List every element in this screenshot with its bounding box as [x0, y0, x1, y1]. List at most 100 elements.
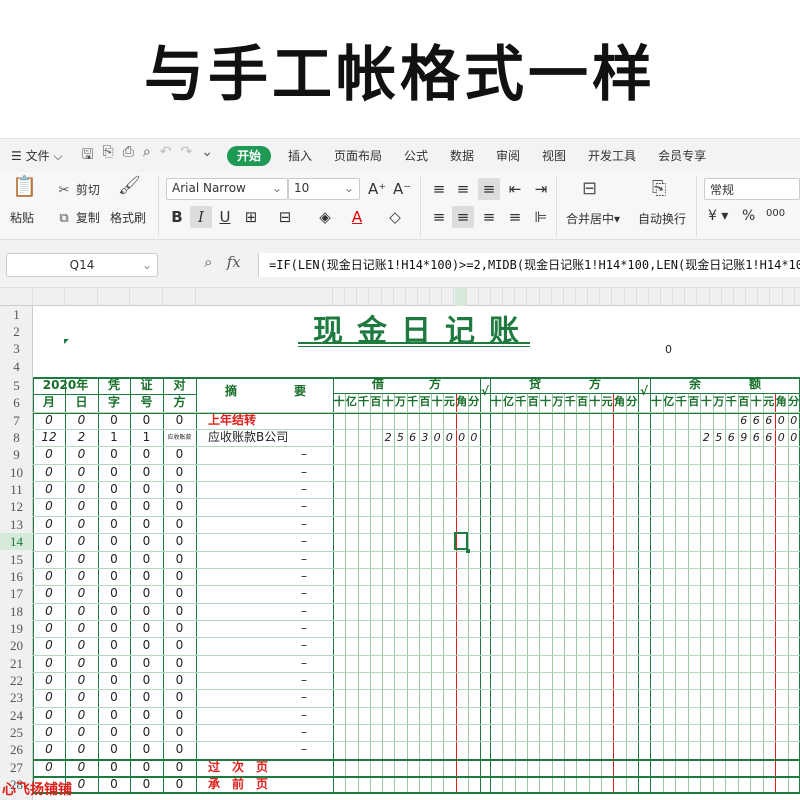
col-header-U[interactable]: [503, 288, 516, 306]
col-header-S[interactable]: [479, 288, 491, 306]
number-format-select[interactable]: 常规: [704, 178, 800, 200]
col-header-T[interactable]: [491, 288, 504, 306]
col-header-O[interactable]: [430, 288, 443, 306]
col-header-H[interactable]: [345, 288, 358, 306]
row-header-1[interactable]: 1: [0, 306, 33, 323]
indent-icon[interactable]: ⇥: [530, 178, 552, 200]
align-left-icon[interactable]: ≡: [428, 206, 450, 228]
align-middle-icon[interactable]: ≡: [452, 178, 474, 200]
redo-icon[interactable]: ↷: [180, 144, 192, 168]
col-header-D[interactable]: [130, 288, 163, 306]
save-icon[interactable]: 🖫: [82, 144, 94, 168]
row-header-4[interactable]: 4: [0, 357, 33, 377]
tab-5[interactable]: 审阅: [485, 149, 531, 163]
row-header-24[interactable]: 24: [0, 707, 33, 724]
tab-7[interactable]: 开发工具: [577, 149, 647, 163]
clear-format-icon[interactable]: ◇: [384, 206, 406, 228]
distributed-icon[interactable]: ⊫: [530, 206, 552, 228]
paste-button[interactable]: 📋: [12, 176, 37, 202]
tab-1[interactable]: 插入: [277, 149, 323, 163]
decrease-font-icon[interactable]: A⁻: [393, 180, 411, 198]
col-header-AD[interactable]: [612, 288, 625, 306]
row-header-20[interactable]: 20: [0, 637, 33, 654]
col-header-AI[interactable]: [673, 288, 686, 306]
row-header-9[interactable]: 9: [0, 446, 33, 463]
col-header-Y[interactable]: [552, 288, 564, 306]
col-header-C[interactable]: [98, 288, 130, 306]
row-header-7[interactable]: 7: [0, 412, 33, 429]
increase-font-icon[interactable]: A⁺: [368, 180, 386, 198]
col-header-F[interactable]: [196, 288, 333, 306]
tab-6[interactable]: 视图: [531, 149, 577, 163]
row-header-5[interactable]: 5: [0, 377, 33, 394]
tab-4[interactable]: 数据: [439, 149, 485, 163]
thousands-icon[interactable]: 000: [766, 208, 785, 219]
row-header-22[interactable]: 22: [0, 672, 33, 689]
col-header-K[interactable]: [382, 288, 394, 306]
col-header-L[interactable]: [394, 288, 406, 306]
underline-icon[interactable]: U: [214, 206, 236, 228]
italic-icon[interactable]: I: [190, 206, 212, 228]
merge-center-button[interactable]: 合并居中▾: [566, 210, 620, 227]
select-all-corner[interactable]: [0, 288, 33, 306]
row-header-8[interactable]: 8: [0, 429, 33, 446]
col-header-N[interactable]: [418, 288, 431, 306]
col-header-E[interactable]: [163, 288, 196, 306]
col-header-M[interactable]: [406, 288, 419, 306]
row-header-25[interactable]: 25: [0, 724, 33, 741]
row-header-11[interactable]: 11: [0, 481, 33, 498]
fill-style-icon[interactable]: ⊟: [274, 206, 296, 228]
outdent-icon[interactable]: ⇤: [504, 178, 526, 200]
col-header-X[interactable]: [540, 288, 552, 306]
col-header-AH[interactable]: [661, 288, 674, 306]
font-name-select[interactable]: Arial Narrow ⌄: [166, 178, 288, 200]
col-header-J[interactable]: [369, 288, 382, 306]
tab-2[interactable]: 页面布局: [323, 149, 393, 163]
col-header-P[interactable]: [442, 288, 455, 306]
format-painter-label[interactable]: 格式刷: [110, 209, 146, 226]
font-size-select[interactable]: 10 ⌄: [288, 178, 360, 200]
percent-icon[interactable]: %: [742, 208, 755, 224]
sheet-grid[interactable]: 现金日记账 0 2020年月日凭证字号对方摘要借方贷方余额 √ √ 十亿千百十万千百十…: [33, 306, 800, 800]
fill-color-icon[interactable]: ◈: [314, 206, 336, 228]
font-color-icon[interactable]: A: [346, 206, 368, 228]
fill-handle[interactable]: [465, 548, 470, 553]
bold-icon[interactable]: B: [166, 206, 188, 228]
wrap-text-button[interactable]: 自动换行: [638, 210, 686, 227]
undo-icon[interactable]: ↶: [160, 144, 172, 168]
col-header-V[interactable]: [515, 288, 528, 306]
col-header-B[interactable]: [65, 288, 98, 306]
tab-8[interactable]: 会员专享: [647, 149, 717, 163]
col-header-AC[interactable]: [600, 288, 613, 306]
row-header-19[interactable]: 19: [0, 620, 33, 637]
col-header-AO[interactable]: [746, 288, 759, 306]
row-header-2[interactable]: 2: [0, 323, 33, 340]
row-header-17[interactable]: 17: [0, 585, 33, 602]
print-preview-icon[interactable]: ⌕: [143, 144, 151, 168]
col-header-I[interactable]: [357, 288, 370, 306]
col-header-AF[interactable]: [637, 288, 649, 306]
col-header-AM[interactable]: [722, 288, 734, 306]
tab-0[interactable]: 开始: [226, 146, 271, 166]
row-header-10[interactable]: 10: [0, 464, 33, 481]
row-header-23[interactable]: 23: [0, 689, 33, 706]
col-header-R[interactable]: [467, 288, 479, 306]
col-header-AR[interactable]: [783, 288, 795, 306]
currency-icon[interactable]: ¥ ▾: [708, 208, 728, 224]
col-header-AJ[interactable]: [685, 288, 698, 306]
row-header-16[interactable]: 16: [0, 568, 33, 585]
row-header-27[interactable]: 27: [0, 759, 33, 776]
align-center-icon[interactable]: ≡: [452, 206, 474, 228]
paste-label[interactable]: 粘贴: [10, 209, 34, 226]
row-header-18[interactable]: 18: [0, 603, 33, 620]
col-header-AK[interactable]: [698, 288, 710, 306]
row-header-15[interactable]: 15: [0, 551, 33, 568]
row-header-13[interactable]: 13: [0, 516, 33, 533]
align-top-icon[interactable]: ≡: [428, 178, 450, 200]
name-box[interactable]: Q14 ⌄: [6, 253, 158, 277]
more-icon[interactable]: ⌄: [201, 144, 213, 168]
tab-3[interactable]: 公式: [393, 149, 439, 163]
col-header-W[interactable]: [527, 288, 540, 306]
col-header-AP[interactable]: [758, 288, 771, 306]
row-header-26[interactable]: 26: [0, 741, 33, 758]
